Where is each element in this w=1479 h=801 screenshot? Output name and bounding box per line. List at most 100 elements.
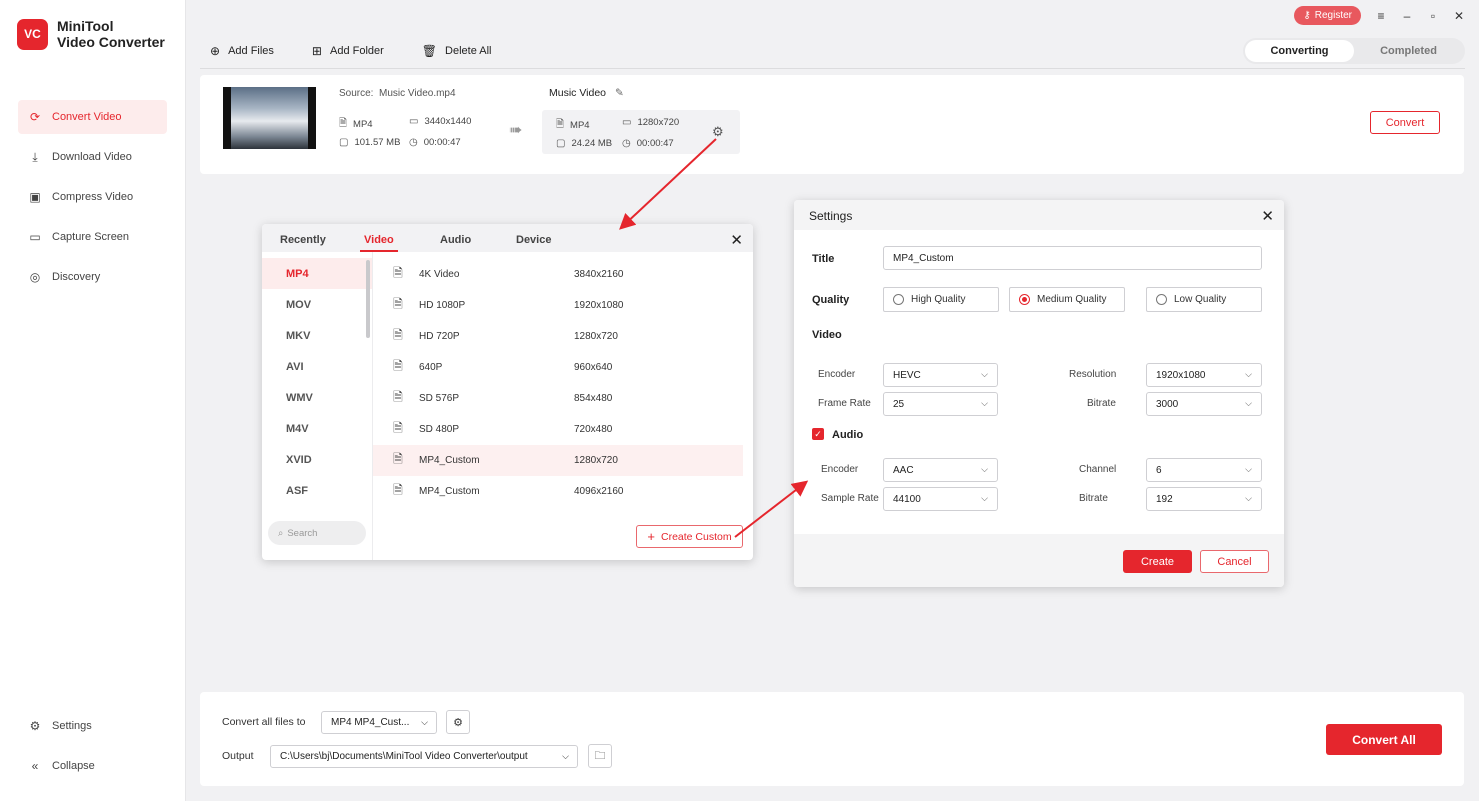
resolution-select[interactable]: 1920x1080 ⌵ [1146,363,1262,387]
compress-icon: ▣ [29,190,41,204]
frame-rate-label: Frame Rate [818,398,871,409]
video-file-icon: 🗎 [393,359,403,373]
radio-checked-icon [1019,294,1030,305]
channel-select[interactable]: 6 ⌵ [1146,458,1262,482]
plus-icon: + [647,529,655,544]
audio-bitrate-select[interactable]: 192 ⌵ [1146,487,1262,511]
sidebar-item-compress-video[interactable]: ▣ Compress Video [18,180,167,214]
tab-converting[interactable]: Converting [1245,40,1354,62]
create-custom-button[interactable]: + Create Custom [636,525,743,548]
collapse-icon: « [31,759,39,773]
preset-row[interactable]: 🗎 SD 576P 854x480 [373,383,743,414]
preset-row[interactable]: 🗎 MP4_Custom 4096x2160 [373,476,743,507]
add-folder-button[interactable]: ⊞ Add Folder [312,44,384,58]
sidebar-item-collapse[interactable]: « Collapse [18,749,167,783]
audio-bitrate-label: Bitrate [1079,493,1108,504]
tab-device[interactable]: Device [516,234,551,246]
divider [200,68,1465,69]
sidebar-item-settings[interactable]: ⚙ Settings [18,709,167,743]
restore-icon[interactable]: ▫ [1427,9,1439,23]
chevron-down-icon: ⌵ [562,751,569,761]
video-encoder-select[interactable]: HEVC ⌵ [883,363,998,387]
video-file-icon: 🗎 [393,421,403,435]
close-icon[interactable]: ✕ [1261,207,1274,225]
quality-medium-radio[interactable]: Medium Quality [1009,287,1125,312]
create-button[interactable]: Create [1123,550,1192,573]
close-icon[interactable]: ✕ [1453,9,1465,23]
sample-rate-label: Sample Rate [821,493,879,504]
folder-plus-icon: ⊞ [311,44,322,58]
format-item-wmv[interactable]: WMV [262,382,372,413]
format-item-xvid[interactable]: XVID [262,444,372,475]
convert-button[interactable]: Convert [1370,111,1440,134]
format-item-mp4[interactable]: MP4 [262,258,372,289]
app-logo: VC MiniTool Video Converter [17,18,165,50]
video-file-icon: 🗎 [393,390,403,404]
output-label: Output [222,750,254,762]
chevron-down-icon: ⌵ [981,398,988,408]
target-format-box[interactable]: 🗎 MP4 ▭ 1280x720 ▢ 24.24 MB ◷ 00:00:47 ⚙ [542,110,740,154]
search-input[interactable]: ⌕ Search [268,521,366,545]
delete-all-button[interactable]: 🗑 Delete All [422,44,492,58]
video-bitrate-label: Bitrate [1087,398,1116,409]
tab-recently[interactable]: Recently [280,234,326,246]
minimize-icon[interactable]: – [1401,9,1413,23]
scrollbar[interactable] [366,260,370,338]
title-input[interactable]: MP4_Custom [883,246,1262,270]
format-settings-icon[interactable]: ⚙ [712,124,724,140]
sidebar-item-convert-video[interactable]: ⟳ Convert Video [18,100,167,134]
preset-row[interactable]: 🗎 4K Video 3840x2160 [373,259,743,290]
quality-high-radio[interactable]: High Quality [883,287,999,312]
video-thumbnail[interactable] [223,87,316,149]
dialog-footer: Create Cancel [794,534,1284,587]
video-file-icon: 🗎 [393,452,403,466]
format-item-mov[interactable]: MOV [262,289,372,320]
preset-row[interactable]: 🗎 SD 480P 720x480 [373,414,743,445]
format-item-m4v[interactable]: M4V [262,413,372,444]
chevron-down-icon: ⌵ [981,464,988,474]
preset-row[interactable]: 🗎 HD 1080P 1920x1080 [373,290,743,321]
format-item-asf[interactable]: ASF [262,475,372,506]
clock-icon: ◷ [409,137,418,148]
convert-all-button[interactable]: Convert All [1326,724,1442,755]
quality-low-radio[interactable]: Low Quality [1146,287,1262,312]
format-item-avi[interactable]: AVI [262,351,372,382]
sidebar-item-download-video[interactable]: ⤓ Download Video [18,140,167,174]
radio-icon [1156,294,1167,305]
video-file-icon: 🗎 [393,483,403,497]
edit-icon[interactable]: ✎ [615,87,624,99]
target-resolution: ▭ 1280x720 [622,117,680,128]
audio-section-label: Audio [832,429,864,441]
frame-rate-select[interactable]: 25 ⌵ [883,392,998,416]
close-icon[interactable]: ✕ [730,231,743,249]
sidebar-item-capture-screen[interactable]: ▭ Capture Screen [18,220,167,254]
tab-completed[interactable]: Completed [1354,40,1463,62]
output-format-select[interactable]: MP4 MP4_Cust... ⌵ [321,711,437,734]
format-settings-button[interactable]: ⚙ [446,710,470,734]
browse-folder-button[interactable]: 🗀 [588,744,612,768]
audio-encoder-select[interactable]: AAC ⌵ [883,458,998,482]
sample-rate-select[interactable]: 44100 ⌵ [883,487,998,511]
chevron-down-icon: ⌵ [981,493,988,503]
output-path-select[interactable]: C:\Users\bj\Documents\MiniTool Video Con… [270,745,578,768]
preset-row-selected[interactable]: 🗎 MP4_Custom 1280x720 [373,445,743,476]
file-format-icon: 🗎 [556,119,565,130]
preset-row[interactable]: 🗎 HD 720P 1280x720 [373,321,743,352]
chevron-down-icon: ⌵ [1245,369,1252,379]
chevron-down-icon: ⌵ [1245,493,1252,503]
format-item-mkv[interactable]: MKV [262,320,372,351]
add-files-button[interactable]: ⊕ Add Files [210,44,274,58]
sidebar-item-discovery[interactable]: ◎ Discovery [18,260,167,294]
quality-label: Quality [812,294,850,306]
audio-checkbox[interactable]: ✓ [812,428,824,440]
preset-row[interactable]: 🗎 640P 960x640 [373,352,743,383]
video-bitrate-select[interactable]: 3000 ⌵ [1146,392,1262,416]
tab-video[interactable]: Video [360,234,398,252]
gear-icon: ⚙ [453,716,463,729]
sidebar-item-label: Settings [52,720,92,732]
register-button[interactable]: ⚷ Register [1294,6,1361,25]
cancel-button[interactable]: Cancel [1200,550,1269,573]
chevron-down-icon: ⌵ [1245,398,1252,408]
menu-icon[interactable]: ≡ [1375,9,1387,23]
tab-audio[interactable]: Audio [440,234,471,246]
